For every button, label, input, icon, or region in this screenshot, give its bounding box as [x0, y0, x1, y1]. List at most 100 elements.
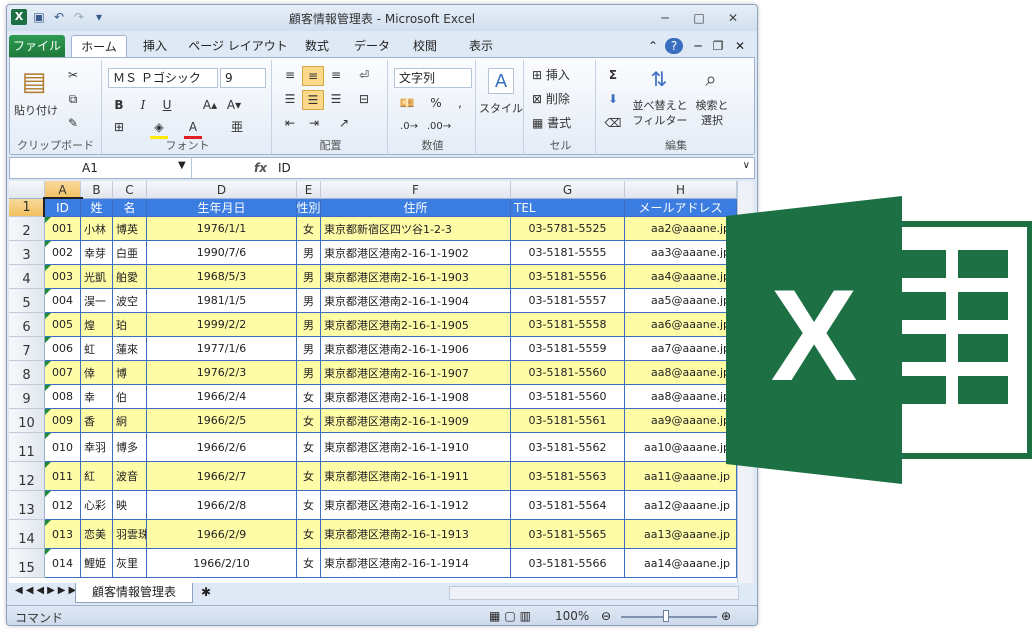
table-cell[interactable]: 1966/2/8	[147, 491, 297, 520]
table-cell[interactable]: 博英	[113, 217, 147, 241]
table-cell[interactable]: 女	[297, 217, 321, 241]
table-cell[interactable]: 男	[297, 289, 321, 313]
column-header-g[interactable]: G	[511, 181, 625, 199]
table-cell[interactable]: aa8@aaane.jp	[625, 385, 737, 409]
column-header-h[interactable]: H	[625, 181, 737, 199]
table-cell[interactable]: 03-5181-5562	[511, 433, 625, 462]
new-sheet-icon[interactable]: ✱	[201, 585, 211, 599]
table-cell[interactable]: 女	[297, 491, 321, 520]
table-cell[interactable]: 010	[45, 433, 81, 462]
table-cell[interactable]: 03-5181-5566	[511, 549, 625, 578]
table-cell[interactable]: 03-5181-5564	[511, 491, 625, 520]
table-cell[interactable]: 03-5181-5558	[511, 313, 625, 337]
table-cell[interactable]: 東京都港区港南2-16-1-1906	[321, 337, 511, 361]
row-header[interactable]: 10	[9, 409, 45, 433]
table-cell[interactable]: 006	[45, 337, 81, 361]
table-cell[interactable]: 東京都港区港南2-16-1-1911	[321, 462, 511, 491]
font-size-select[interactable]: 9	[220, 68, 266, 88]
close-icon[interactable]: ✕	[719, 9, 747, 27]
table-cell[interactable]: 004	[45, 289, 81, 313]
help-icon[interactable]: ?	[665, 38, 683, 54]
table-cell[interactable]: 灰里	[113, 549, 147, 578]
table-cell[interactable]: 1966/2/4	[147, 385, 297, 409]
table-cell[interactable]: 博	[113, 361, 147, 385]
sheet-tab[interactable]: 顧客情報管理表	[75, 583, 193, 603]
table-cell[interactable]: 虹	[81, 337, 113, 361]
table-cell[interactable]: aa7@aaane.jp	[625, 337, 737, 361]
table-cell[interactable]: 博多	[113, 433, 147, 462]
table-cell[interactable]: 女	[297, 549, 321, 578]
delete-cells-button[interactable]: ⊠ 削除	[532, 90, 592, 108]
table-cell[interactable]: 1990/7/6	[147, 241, 297, 265]
header-cell[interactable]: 性別	[297, 199, 321, 217]
table-cell[interactable]: 東京都港区港南2-16-1-1905	[321, 313, 511, 337]
increase-decimal-icon[interactable]: .0→	[396, 118, 422, 136]
table-cell[interactable]: 東京都港区港南2-16-1-1913	[321, 520, 511, 549]
font-color-icon[interactable]: A	[184, 118, 202, 139]
row-header[interactable]: 4	[9, 265, 45, 289]
tab-review[interactable]: 校閲	[405, 35, 445, 57]
table-cell[interactable]: aa6@aaane.jp	[625, 313, 737, 337]
header-cell[interactable]: 住所	[321, 199, 511, 217]
table-cell[interactable]: 舶愛	[113, 265, 147, 289]
zoom-slider-thumb[interactable]	[663, 610, 669, 622]
table-cell[interactable]: 東京都港区港南2-16-1-1909	[321, 409, 511, 433]
table-cell[interactable]: 倖	[81, 361, 113, 385]
increase-indent-icon[interactable]: ⇥	[304, 114, 324, 132]
table-cell[interactable]: 1977/1/6	[147, 337, 297, 361]
fill-icon[interactable]: ⬇	[604, 90, 622, 108]
row-header[interactable]: 2	[9, 217, 45, 241]
tab-formulas[interactable]: 数式	[297, 35, 337, 57]
view-buttons-icon[interactable]: ▦▢▥	[489, 609, 535, 623]
header-cell[interactable]: 生年月日	[147, 199, 297, 217]
doc-minimize-icon[interactable]: ─	[691, 35, 705, 57]
table-cell[interactable]: 1966/2/9	[147, 520, 297, 549]
table-cell[interactable]: 007	[45, 361, 81, 385]
table-cell[interactable]: 東京都港区港南2-16-1-1907	[321, 361, 511, 385]
number-format-select[interactable]: 文字列	[394, 68, 472, 88]
table-cell[interactable]: 001	[45, 217, 81, 241]
table-cell[interactable]: 女	[297, 462, 321, 491]
orientation-icon[interactable]: ↗	[334, 114, 354, 132]
header-cell[interactable]: メールアドレス	[625, 199, 737, 217]
styles-button-label[interactable]: スタイル	[478, 100, 524, 118]
row-header[interactable]: 13	[9, 491, 45, 520]
currency-icon[interactable]: 💴	[396, 94, 418, 112]
table-cell[interactable]: aa13@aaane.jp	[625, 520, 737, 549]
column-header-a[interactable]: A	[45, 181, 81, 199]
table-cell[interactable]: 1976/2/3	[147, 361, 297, 385]
tab-file[interactable]: ファイル	[9, 35, 65, 57]
find-select-icon[interactable]: ⌕	[696, 64, 726, 94]
font-name-select[interactable]: ＭＳ Ｐゴシック	[108, 68, 218, 88]
phonetic-icon[interactable]: 亜	[228, 118, 246, 136]
table-cell[interactable]: 1966/2/7	[147, 462, 297, 491]
table-cell[interactable]: 03-5181-5559	[511, 337, 625, 361]
column-header-f[interactable]: F	[321, 181, 511, 199]
table-cell[interactable]: 東京都港区港南2-16-1-1904	[321, 289, 511, 313]
table-cell[interactable]: 03-5181-5556	[511, 265, 625, 289]
row-header[interactable]: 1	[9, 199, 45, 217]
table-cell[interactable]: 003	[45, 265, 81, 289]
increase-font-icon[interactable]: A▴	[200, 96, 220, 114]
header-cell[interactable]: 名	[113, 199, 147, 217]
name-box-dropdown-icon[interactable]: ▼	[178, 160, 186, 171]
zoom-out-icon[interactable]: ⊖	[601, 609, 611, 623]
decrease-decimal-icon[interactable]: .00→	[426, 118, 452, 136]
table-cell[interactable]: 03-5181-5555	[511, 241, 625, 265]
tab-view[interactable]: 表示	[459, 35, 503, 57]
table-cell[interactable]: 013	[45, 520, 81, 549]
table-cell[interactable]: 幸芽	[81, 241, 113, 265]
comma-icon[interactable]: ,	[452, 94, 468, 112]
table-cell[interactable]: 東京都港区港南2-16-1-1902	[321, 241, 511, 265]
wrap-text-icon[interactable]: ⏎	[354, 66, 374, 84]
table-cell[interactable]: 女	[297, 433, 321, 462]
table-cell[interactable]: 03-5181-5557	[511, 289, 625, 313]
zoom-slider[interactable]	[621, 616, 717, 618]
table-cell[interactable]: aa9@aaane.jp	[625, 409, 737, 433]
table-cell[interactable]: 淏一	[81, 289, 113, 313]
sort-filter-button-label[interactable]: 並べ替えと フィルター	[632, 98, 688, 128]
table-cell[interactable]: 羽雲珠	[113, 520, 147, 549]
name-box[interactable]: A1	[10, 158, 192, 178]
styles-icon[interactable]: A	[488, 68, 514, 94]
minimize-icon[interactable]: ─	[651, 9, 679, 27]
